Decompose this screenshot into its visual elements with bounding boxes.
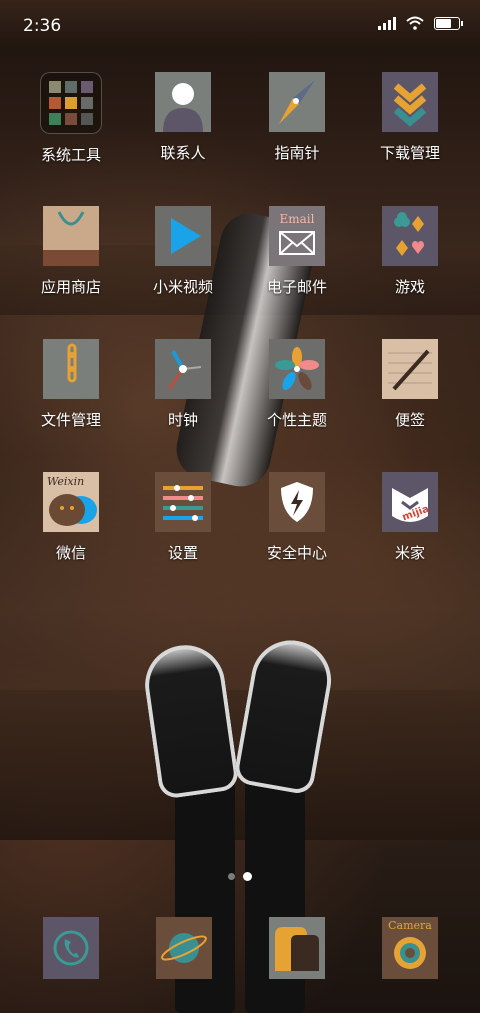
app-label: 设置	[167, 544, 198, 562]
app-clock[interactable]: 时钟	[128, 339, 238, 430]
page-indicator	[228, 872, 252, 881]
page-dot[interactable]	[228, 873, 235, 880]
app-label: 指南针	[274, 144, 320, 162]
app-mijia[interactable]: mijia 米家	[355, 472, 465, 563]
folder-icon	[40, 72, 102, 134]
app-contacts[interactable]: 联系人	[128, 72, 238, 163]
app-compass[interactable]: 指南针	[242, 72, 352, 163]
app-label: 小米视频	[152, 278, 213, 296]
app-label: 米家	[394, 544, 425, 562]
dock-browser[interactable]	[156, 917, 212, 979]
camera-icon-text: Camera	[388, 919, 432, 932]
file-manager-icon	[43, 339, 99, 399]
security-shield-icon	[269, 472, 325, 532]
app-label: 便签	[394, 411, 425, 429]
pinwheel-icon	[269, 339, 325, 399]
app-downloads[interactable]: 下载管理	[355, 72, 465, 163]
download-icon	[382, 72, 438, 132]
video-play-icon	[155, 206, 211, 266]
app-file-manager[interactable]: 文件管理	[16, 339, 126, 430]
app-mi-video[interactable]: 小米视频	[128, 206, 238, 297]
battery-icon	[434, 16, 463, 30]
app-notes[interactable]: 便签	[355, 339, 465, 430]
dock-gallery[interactable]	[269, 917, 325, 979]
status-icons	[378, 16, 463, 30]
app-label: 文件管理	[40, 411, 101, 429]
mijia-icon: mijia	[382, 472, 438, 532]
app-app-store[interactable]: 应用商店	[16, 206, 126, 297]
app-wechat[interactable]: Weixin 微信	[16, 472, 126, 563]
cards-suit-icon	[382, 206, 438, 266]
clock-icon	[155, 339, 211, 399]
app-label: 系统工具	[40, 146, 101, 164]
notes-pen-icon	[382, 339, 438, 399]
phone-icon	[53, 930, 89, 966]
dock-camera[interactable]: Camera	[382, 917, 438, 979]
app-label: 个性主题	[266, 411, 327, 429]
gallery-icon	[275, 927, 319, 971]
app-email[interactable]: Email 电子邮件	[242, 206, 352, 297]
wifi-icon	[406, 16, 424, 30]
app-settings[interactable]: 设置	[128, 472, 238, 563]
app-system-tools[interactable]: 系统工具	[16, 72, 126, 165]
app-label: 微信	[55, 544, 86, 562]
signal-icon	[378, 16, 396, 30]
email-icon: Email	[269, 206, 325, 266]
app-security-center[interactable]: 安全中心	[242, 472, 352, 563]
status-bar: 2:36	[0, 0, 480, 52]
status-time: 2:36	[23, 16, 62, 36]
contacts-icon	[155, 72, 211, 132]
app-label: 联系人	[160, 144, 206, 162]
app-label: 游戏	[394, 278, 425, 296]
wechat-icon: Weixin	[43, 472, 99, 532]
app-themes[interactable]: 个性主题	[242, 339, 352, 430]
app-games[interactable]: 游戏	[355, 206, 465, 297]
planet-icon	[161, 933, 207, 963]
app-label: 应用商店	[40, 278, 101, 296]
app-label: 下载管理	[379, 144, 440, 162]
app-label: 电子邮件	[266, 278, 327, 296]
settings-sliders-icon	[155, 472, 211, 532]
app-label: 时钟	[167, 411, 198, 429]
dock-phone[interactable]	[43, 917, 99, 979]
page-dot-active[interactable]	[243, 872, 252, 881]
store-bag-icon	[43, 206, 99, 266]
app-label: 安全中心	[266, 544, 327, 562]
compass-icon	[269, 72, 325, 132]
